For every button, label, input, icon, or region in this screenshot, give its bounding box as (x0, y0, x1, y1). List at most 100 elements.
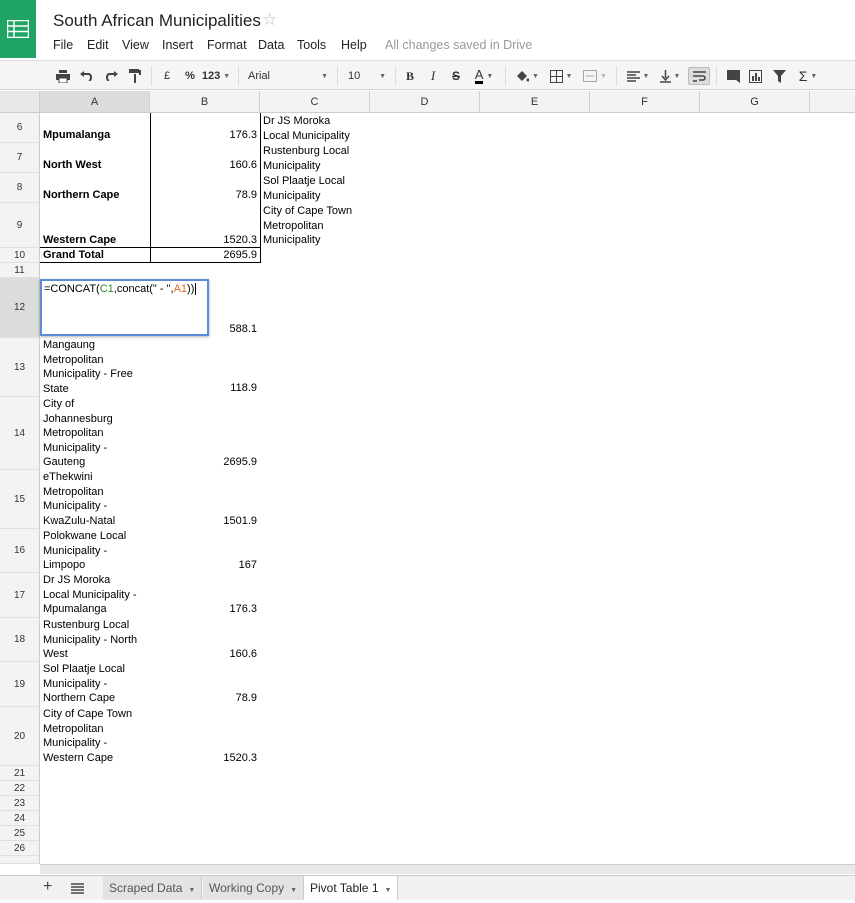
row-header[interactable]: 23 (0, 796, 40, 811)
pivot-value-cell[interactable]: 160.6 (150, 158, 257, 173)
pivot-municipality-cell[interactable]: City of Cape Town Metropolitan Municipalit… (263, 204, 352, 248)
chevron-down-icon[interactable]: ▼ (290, 887, 297, 894)
pivot-region-cell[interactable]: Northern Cape (43, 188, 119, 203)
row-header[interactable]: 8 (0, 173, 40, 203)
bold-button[interactable]: B (403, 67, 417, 85)
list-item[interactable]: Sol Plaatje Local Municipality - Northern … (43, 662, 150, 706)
horizontal-align-button[interactable]: ▼ (624, 67, 652, 85)
vertical-align-button[interactable]: ▼ (656, 67, 684, 85)
pivot-region-cell[interactable]: North West (43, 158, 101, 173)
pivot-value-cell[interactable]: 78.9 (150, 188, 257, 203)
sheet-tab-scraped-data[interactable]: Scraped Data ▼ (103, 876, 203, 900)
value-cell[interactable]: 176.3 (150, 602, 257, 617)
column-header-a[interactable]: A (40, 91, 150, 113)
menu-tools[interactable]: Tools (297, 38, 326, 52)
value-cell[interactable]: 588.1 (150, 322, 257, 337)
column-header-f[interactable]: F (590, 91, 700, 113)
row-header[interactable]: 18 (0, 618, 40, 662)
value-cell[interactable]: 160.6 (150, 647, 257, 662)
value-cell[interactable]: 78.9 (150, 691, 257, 706)
column-header-d[interactable]: D (370, 91, 480, 113)
menu-insert[interactable]: Insert (162, 38, 193, 52)
list-item[interactable]: Polokwane Local Municipality - Limpopo (43, 529, 150, 573)
list-item[interactable]: Rustenburg Local Municipality - North West (43, 618, 150, 662)
pivot-municipality-cell[interactable]: Dr JS Moroka Local Municipality (263, 114, 350, 143)
document-title[interactable]: South African Municipalities (53, 11, 261, 31)
column-header-h[interactable] (810, 91, 855, 113)
borders-button[interactable]: ▼ (547, 67, 575, 85)
grand-total-value[interactable]: 2695.9 (150, 248, 257, 263)
list-item[interactable]: Mangaung Metropolitan Municipality - Free S… (43, 338, 150, 396)
sheets-logo-icon[interactable] (0, 0, 36, 58)
row-header[interactable]: 12 (0, 278, 40, 338)
more-formats-dropdown[interactable]: 123 ▼ (202, 67, 230, 85)
filter-icon[interactable] (770, 67, 788, 85)
redo-icon[interactable] (102, 67, 120, 85)
row-header[interactable]: 26 (0, 841, 40, 856)
percent-format-button[interactable]: % (182, 67, 198, 85)
pivot-region-cell[interactable]: Mpumalanga (43, 128, 110, 143)
row-header[interactable]: 10 (0, 248, 40, 263)
row-header[interactable]: 21 (0, 766, 40, 781)
italic-button[interactable]: I (426, 67, 440, 85)
row-header[interactable]: 25 (0, 826, 40, 841)
all-sheets-icon[interactable] (71, 883, 84, 897)
pivot-municipality-cell[interactable]: Rustenburg Local Municipality (263, 144, 349, 173)
row-header[interactable]: 20 (0, 707, 40, 766)
chevron-down-icon[interactable]: ▼ (188, 887, 195, 894)
insert-chart-icon[interactable] (746, 67, 764, 85)
currency-format-button[interactable]: £ (160, 67, 174, 85)
sheet-tab-working-copy[interactable]: Working Copy ▼ (203, 876, 305, 900)
pivot-region-cell[interactable]: Western Cape (43, 233, 116, 248)
pivot-value-cell[interactable]: 176.3 (150, 128, 257, 143)
row-header[interactable]: 15 (0, 470, 40, 529)
value-cell[interactable]: 118.9 (150, 381, 257, 396)
row-header[interactable]: 6 (0, 113, 40, 143)
star-icon[interactable]: ☆ (262, 10, 277, 30)
row-header[interactable]: 11 (0, 263, 40, 278)
value-cell[interactable]: 167 (150, 558, 257, 573)
pivot-municipality-cell[interactable]: Sol Plaatje Local Municipality (263, 174, 345, 203)
row-header[interactable]: 13 (0, 338, 40, 397)
list-item[interactable]: Dr JS Moroka Local Municipality - Mpumalan… (43, 573, 150, 617)
value-cell[interactable]: 2695.9 (150, 455, 257, 470)
fill-color-button[interactable]: ▼ (513, 67, 541, 85)
grand-total-label[interactable]: Grand Total (43, 248, 104, 263)
menu-data[interactable]: Data (258, 38, 284, 52)
list-item[interactable]: City of Johannesburg Metropolitan Municipal… (43, 397, 150, 470)
pivot-value-cell[interactable]: 1520.3 (150, 233, 257, 248)
value-cell[interactable]: 1501.9 (150, 514, 257, 529)
list-item[interactable]: City of Cape Town Metropolitan Municipalit… (43, 707, 150, 765)
select-all-corner[interactable] (0, 91, 40, 113)
menu-edit[interactable]: Edit (87, 38, 109, 52)
wrap-text-button[interactable] (688, 67, 710, 85)
undo-icon[interactable] (78, 67, 96, 85)
value-cell[interactable]: 1520.3 (150, 751, 257, 766)
paint-format-icon[interactable] (126, 67, 144, 85)
functions-button[interactable]: Σ ▼ (794, 67, 822, 85)
menu-view[interactable]: View (122, 38, 149, 52)
menu-help[interactable]: Help (341, 38, 367, 52)
font-family-dropdown[interactable]: Arial ▼ (248, 67, 328, 85)
menu-file[interactable]: File (53, 38, 73, 52)
chevron-down-icon[interactable]: ▼ (385, 887, 392, 894)
column-header-g[interactable]: G (700, 91, 810, 113)
menu-format[interactable]: Format (207, 38, 247, 52)
font-size-dropdown[interactable]: 10 ▼ (348, 67, 386, 85)
column-header-b[interactable]: B (150, 91, 260, 113)
horizontal-scrollbar[interactable] (40, 864, 855, 874)
row-header[interactable]: 24 (0, 811, 40, 826)
row-header[interactable]: 7 (0, 143, 40, 173)
row-header[interactable]: 17 (0, 573, 40, 618)
list-item[interactable]: eThekwini Metropolitan Municipality - KwaZu… (43, 470, 150, 528)
row-header[interactable]: 16 (0, 529, 40, 573)
row-header[interactable] (0, 856, 40, 864)
column-header-e[interactable]: E (480, 91, 590, 113)
add-sheet-button[interactable]: + (43, 878, 52, 896)
text-color-button[interactable]: A ▼ (470, 67, 498, 85)
row-header[interactable]: 19 (0, 662, 40, 707)
print-icon[interactable] (54, 67, 72, 85)
sheet-tab-pivot-table-1[interactable]: Pivot Table 1 ▼ (303, 876, 399, 900)
row-header[interactable]: 9 (0, 203, 40, 248)
row-header[interactable]: 14 (0, 397, 40, 470)
